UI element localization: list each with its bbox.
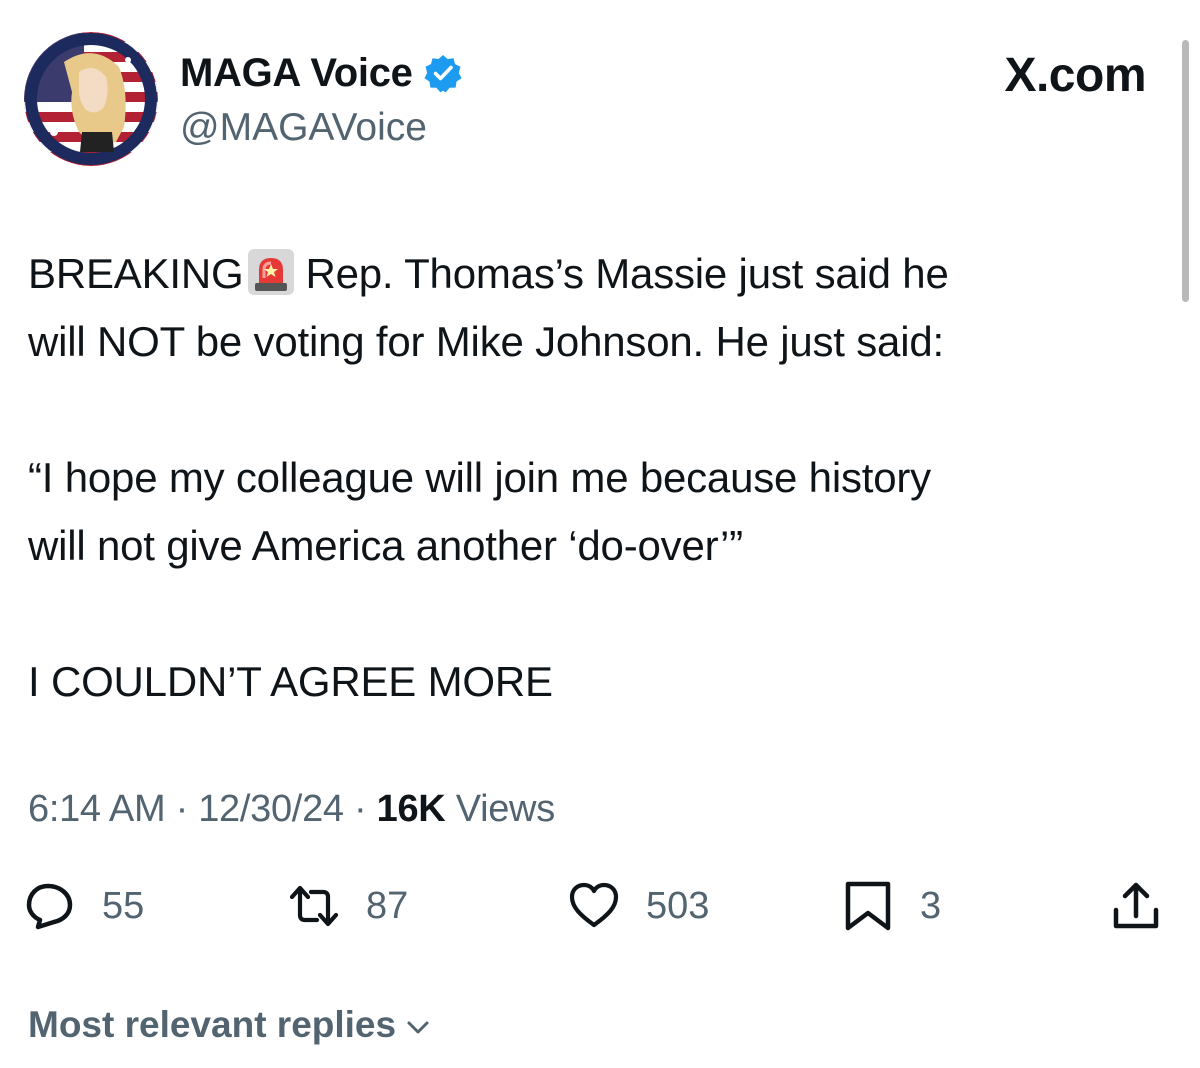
breaking-label: BREAKING — [28, 250, 244, 297]
tweet-line: will NOT be voting for Mike Johnson. He … — [28, 318, 944, 365]
reply-button[interactable]: 55 — [24, 880, 144, 932]
share-button[interactable] — [1110, 880, 1162, 932]
repost-button[interactable]: 87 — [288, 880, 408, 932]
separator: · — [175, 788, 189, 830]
bookmark-icon — [845, 881, 891, 931]
tweet-meta: 6:14 AM · 12/30/24 · 16K Views — [28, 788, 555, 831]
tweet-date[interactable]: 12/30/24 — [198, 788, 344, 830]
heart-icon — [569, 882, 619, 928]
repost-count: 87 — [366, 884, 409, 927]
replies-sort-dropdown[interactable]: Most relevant replies — [28, 1004, 432, 1046]
author-block: MAGA Voice @MAGAVoice — [180, 48, 463, 150]
closing-line: I COULDN’T AGREE MORE — [28, 658, 553, 705]
reply-count: 55 — [102, 884, 145, 927]
views-count: 16K — [376, 788, 446, 830]
avatar-image — [24, 32, 158, 166]
chevron-down-icon — [407, 1021, 429, 1034]
quote-line: will not give America another ‘do-over’” — [28, 522, 743, 569]
separator: · — [354, 788, 367, 830]
action-bar: 55 87 503 3 — [24, 880, 1174, 940]
siren-icon — [247, 248, 295, 296]
like-count: 503 — [646, 884, 710, 927]
bookmark-count: 3 — [920, 884, 942, 927]
avatar[interactable] — [24, 32, 158, 166]
display-name[interactable]: MAGA Voice — [180, 51, 413, 96]
tweet-time[interactable]: 6:14 AM — [28, 788, 166, 830]
handle[interactable]: @MAGAVoice — [180, 106, 463, 150]
reply-icon — [26, 883, 73, 930]
site-label: X.com — [1004, 49, 1146, 102]
bookmark-button[interactable]: 3 — [842, 880, 941, 932]
replies-sort-label: Most relevant replies — [28, 1004, 397, 1045]
share-icon — [1113, 882, 1159, 929]
scrollbar[interactable] — [1182, 40, 1189, 302]
repost-icon — [289, 885, 339, 927]
tweet-line-1-rest: Rep. Thomas’s Massie just said he — [305, 250, 949, 297]
quote-line: “I hope my colleague will join me becaus… — [28, 454, 931, 501]
like-button[interactable]: 503 — [568, 880, 709, 932]
verified-badge-icon[interactable] — [423, 53, 463, 93]
tweet-text: BREAKING Rep. Thomas’s Massie just said … — [28, 240, 1168, 716]
tweet-line: BREAKING Rep. Thomas’s Massie just said … — [28, 240, 1168, 308]
views-label: Views — [455, 788, 555, 830]
